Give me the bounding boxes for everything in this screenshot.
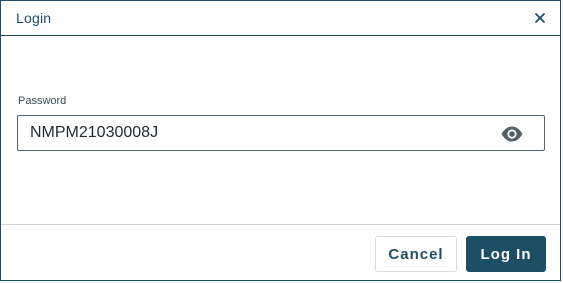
dialog-header: Login bbox=[1, 1, 560, 36]
password-field-wrapper bbox=[17, 115, 545, 151]
dialog-title: Login bbox=[16, 10, 52, 26]
password-label: Password bbox=[18, 95, 67, 107]
eye-icon[interactable] bbox=[500, 125, 524, 143]
login-button[interactable]: Log In bbox=[466, 236, 546, 272]
login-dialog: Login Password Cancel Log In bbox=[0, 0, 561, 281]
cancel-button[interactable]: Cancel bbox=[375, 236, 457, 272]
close-icon[interactable] bbox=[530, 8, 550, 28]
footer-divider bbox=[1, 224, 560, 225]
password-input[interactable] bbox=[18, 116, 488, 150]
